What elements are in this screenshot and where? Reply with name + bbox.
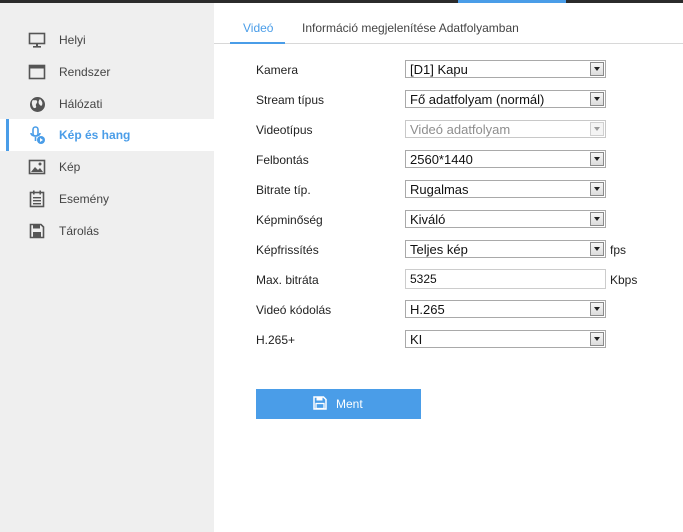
sidebar-item-kep[interactable]: Kép	[0, 151, 214, 183]
sidebar-item-label: Kép és hang	[59, 128, 131, 142]
row-felbontas: Felbontás 2560*1440	[256, 150, 676, 170]
bitrate-tip-label: Bitrate típ.	[256, 183, 311, 197]
bitrate-tip-value: Rugalmas	[410, 182, 469, 197]
tab-information-overlay[interactable]: Információ megjelenítése Adatfolyamban	[302, 3, 519, 43]
felbontas-select[interactable]: 2560*1440	[405, 150, 606, 168]
chevron-down-icon	[590, 62, 604, 76]
chevron-down-icon	[590, 92, 604, 106]
chevron-down-icon	[590, 122, 604, 136]
videotipus-label: Videotípus	[256, 123, 313, 137]
chevron-down-icon	[590, 302, 604, 316]
h265plus-label: H.265+	[256, 333, 296, 347]
kepfrissites-unit: fps	[610, 243, 627, 257]
felbontas-label: Felbontás	[256, 153, 309, 167]
kepminoseg-label: Képminőség	[256, 213, 323, 227]
tab-video[interactable]: Videó	[229, 3, 287, 44]
sidebar-item-label: Tárolás	[59, 224, 100, 238]
kamera-select[interactable]: [D1] Kapu	[405, 60, 606, 78]
save-button-label: Ment	[336, 397, 363, 411]
calendar-icon	[28, 190, 46, 208]
videotipus-select: Videó adatfolyam	[405, 120, 606, 138]
max-bitrata-label: Max. bitráta	[256, 273, 319, 287]
video-kodolas-value: H.265	[410, 302, 445, 317]
row-bitrate-tip: Bitrate típ. Rugalmas	[256, 180, 676, 200]
sidebar-item-tarolas[interactable]: Tárolás	[0, 215, 214, 247]
chevron-down-icon	[590, 182, 604, 196]
save-button[interactable]: Ment	[256, 389, 421, 419]
kepfrissites-label: Képfrissítés	[256, 243, 319, 257]
max-bitrata-input[interactable]	[405, 269, 606, 289]
chevron-down-icon	[590, 152, 604, 166]
h265plus-select[interactable]: KI	[405, 330, 606, 348]
felbontas-value: 2560*1440	[410, 152, 473, 167]
video-kodolas-select[interactable]: H.265	[405, 300, 606, 318]
kepminoseg-select[interactable]: Kiváló	[405, 210, 606, 228]
max-bitrata-unit: Kbps	[610, 273, 638, 287]
row-max-bitrata: Max. bitráta Kbps	[256, 269, 676, 289]
chevron-down-icon	[590, 212, 604, 226]
sidebar-item-rendszer[interactable]: Rendszer	[0, 56, 214, 88]
sidebar-item-esemeny[interactable]: Esemény	[0, 183, 214, 215]
sidebar-item-kep-es-hang[interactable]: Kép és hang	[0, 119, 214, 151]
floppy-icon	[28, 222, 46, 240]
sidebar-item-label: Helyi	[59, 33, 86, 47]
globe-icon	[28, 95, 46, 113]
microphone-icon	[28, 126, 46, 144]
stream-tipus-label: Stream típus	[256, 93, 325, 107]
sidebar-item-halozati[interactable]: Hálózati	[0, 88, 214, 120]
video-kodolas-label: Videó kódolás	[256, 303, 332, 317]
kamera-label: Kamera	[256, 63, 299, 77]
row-stream-tipus: Stream típus Fő adatfolyam (normál)	[256, 90, 676, 110]
sidebar: Helyi Rendszer Hálózati Kép és hang Kép …	[0, 3, 214, 532]
image-icon	[28, 158, 46, 176]
stream-tipus-select[interactable]: Fő adatfolyam (normál)	[405, 90, 606, 108]
row-h265plus: H.265+ KI	[256, 330, 676, 350]
bitrate-tip-select[interactable]: Rugalmas	[405, 180, 606, 198]
monitor-icon	[28, 31, 46, 49]
row-videotipus: Videotípus Videó adatfolyam	[256, 120, 676, 140]
videotipus-value: Videó adatfolyam	[410, 122, 511, 137]
row-kepfrissites: Képfrissítés Teljes kép fps	[256, 240, 676, 260]
sidebar-item-label: Rendszer	[59, 65, 111, 79]
kamera-value: [D1] Kapu	[410, 62, 468, 77]
sidebar-item-helyi[interactable]: Helyi	[0, 24, 214, 56]
kepfrissites-value: Teljes kép	[410, 242, 468, 257]
row-kepminoseg: Képminőség Kiváló	[256, 210, 676, 230]
chevron-down-icon	[590, 332, 604, 346]
stream-tipus-value: Fő adatfolyam (normál)	[410, 92, 545, 107]
save-icon	[313, 396, 327, 410]
h265plus-value: KI	[410, 332, 423, 347]
window-icon	[28, 63, 46, 81]
row-kamera: Kamera [D1] Kapu	[256, 60, 676, 80]
kepminoseg-value: Kiváló	[410, 212, 446, 227]
sidebar-item-label: Hálózati	[59, 97, 103, 111]
row-video-kodolas: Videó kódolás H.265	[256, 300, 676, 320]
kepfrissites-select[interactable]: Teljes kép	[405, 240, 606, 258]
sidebar-item-label: Esemény	[59, 192, 110, 206]
tab-bar: Videó Információ megjelenítése Adatfolya…	[214, 3, 683, 44]
sidebar-item-label: Kép	[59, 160, 81, 174]
chevron-down-icon	[590, 242, 604, 256]
